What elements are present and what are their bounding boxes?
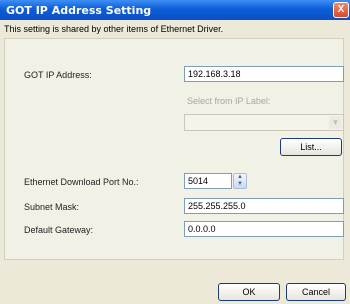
subnet-mask-label: Subnet Mask:	[24, 202, 80, 212]
spin-up-icon[interactable]: ▲	[234, 174, 246, 181]
download-port-label: Ethernet Download Port No.:	[24, 177, 139, 187]
info-text: This setting is shared by other items of…	[4, 24, 224, 34]
spin-down-icon[interactable]: ▼	[234, 181, 246, 188]
list-button[interactable]: List...	[280, 138, 342, 156]
close-button[interactable]: X	[333, 2, 349, 18]
title-bar[interactable]: GOT IP Address Setting X	[0, 0, 350, 20]
ip-label-combo[interactable]: ▼	[184, 114, 344, 131]
got-ip-label: GOT IP Address:	[24, 70, 92, 80]
cancel-button[interactable]: Cancel	[286, 283, 346, 301]
ip-setting-dialog: GOT IP Address Setting X This setting is…	[0, 0, 350, 304]
download-port-input[interactable]: 5014	[184, 173, 232, 189]
default-gateway-label: Default Gateway:	[24, 225, 94, 235]
ok-button[interactable]: OK	[218, 283, 280, 301]
chevron-down-icon[interactable]: ▼	[329, 116, 342, 129]
ip-label-select-label: Select from IP Label:	[187, 96, 271, 106]
default-gateway-input[interactable]: 0.0.0.0	[184, 221, 344, 237]
subnet-mask-input[interactable]: 255.255.255.0	[184, 198, 344, 214]
got-ip-input[interactable]: 192.168.3.18	[184, 66, 344, 82]
port-spinner[interactable]: ▲ ▼	[233, 173, 247, 189]
window-title: GOT IP Address Setting	[6, 4, 152, 17]
